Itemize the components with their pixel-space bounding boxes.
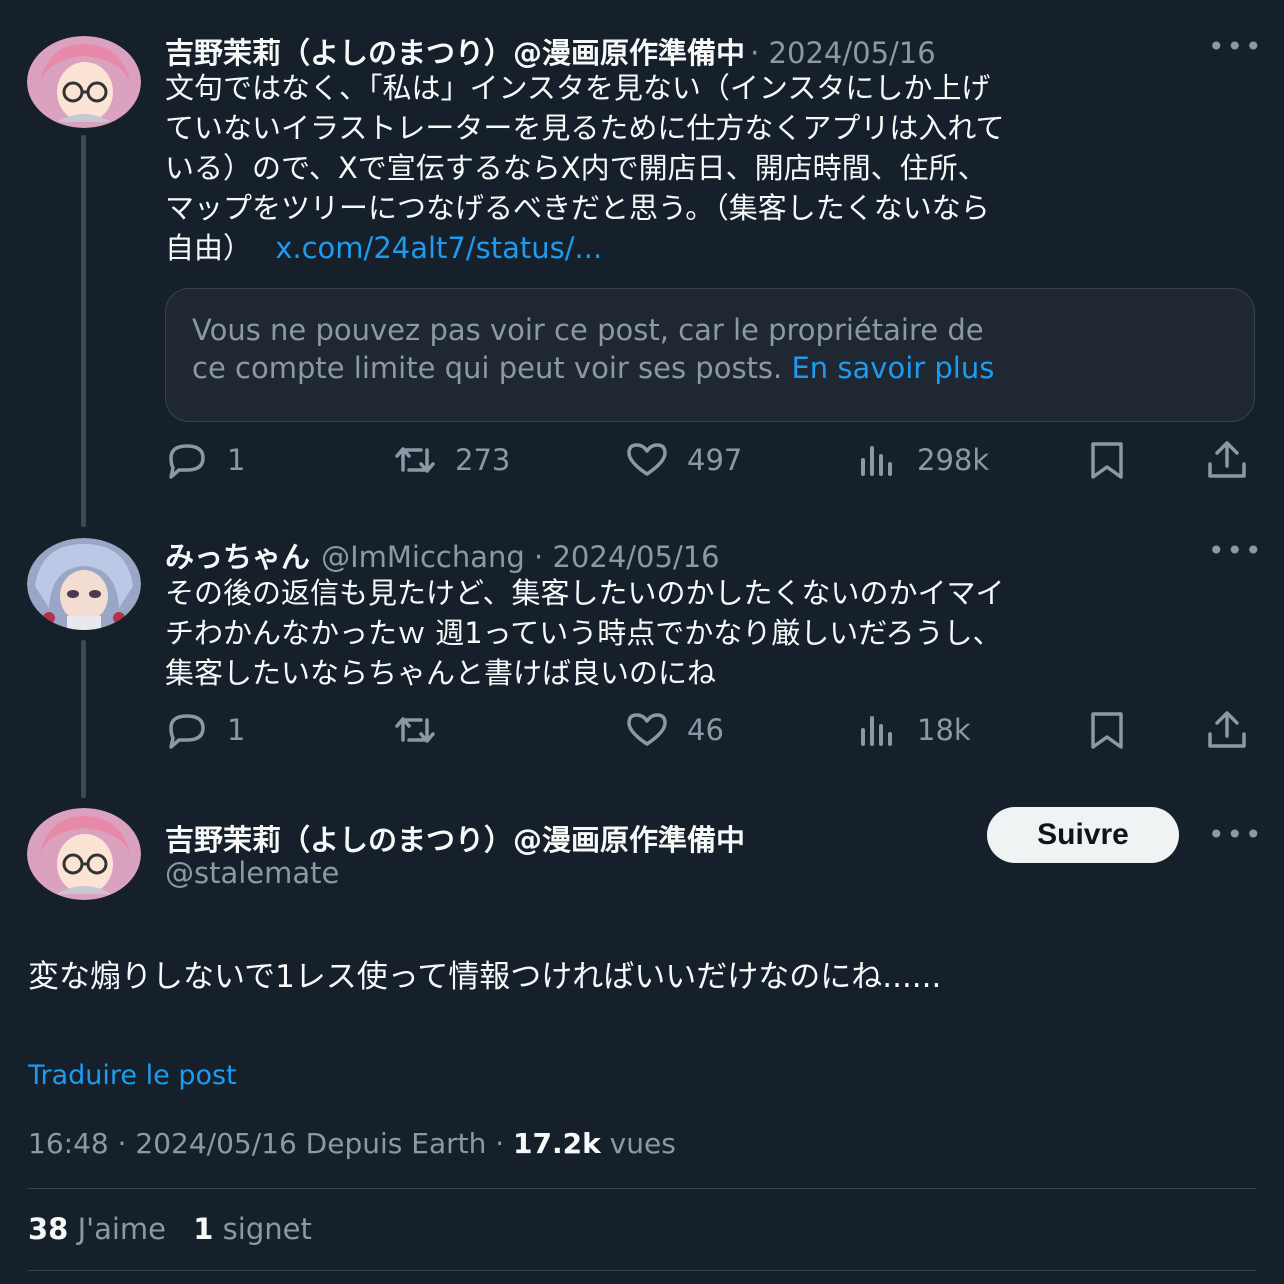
bookmark-button[interactable] (1085, 710, 1129, 750)
repost-icon (395, 717, 435, 743)
learn-more-link[interactable]: En savoir plus (791, 351, 994, 385)
views-label: vues (609, 1127, 676, 1160)
quote-notice-line: ce compte limite qui peut voir ses posts… (192, 351, 783, 385)
post-text: 文句ではなく、「私は」インスタを見ない（インスタにしか上げ ていないイラストレー… (165, 68, 1255, 268)
reply-icon (169, 714, 205, 749)
post-link[interactable]: x.com/24alt7/status/... (275, 231, 602, 265)
views-button[interactable]: 18k (855, 710, 971, 750)
repost-count: 273 (455, 443, 511, 477)
views-button[interactable]: 298k (855, 440, 989, 480)
like-icon (627, 713, 667, 746)
post-timestamp[interactable]: 16:48 · 2024/05/16 Depuis Earth · (28, 1127, 504, 1160)
avatar[interactable] (27, 538, 141, 630)
divider (28, 1188, 1256, 1189)
action-bar: 1 46 18k (165, 710, 1255, 754)
quote-notice-line: Vous ne pouvez pas voir ce post, car le … (192, 313, 984, 347)
author-handle[interactable]: @stalemate (165, 856, 339, 890)
reply-count: 1 (227, 443, 246, 477)
like-icon (627, 443, 667, 476)
views-icon (861, 446, 892, 476)
bookmarks-total: 1 (193, 1212, 214, 1246)
author-name[interactable]: みっちゃん (165, 540, 310, 574)
likes-stat[interactable]: 38 J'aime (28, 1212, 175, 1246)
share-icon (1208, 711, 1246, 748)
bookmarks-label: signet (222, 1212, 312, 1246)
post-metadata: 16:48 · 2024/05/16 Depuis Earth · 17.2k … (28, 1127, 676, 1160)
more-icon[interactable]: ••• (1208, 30, 1264, 63)
bookmark-button[interactable] (1085, 440, 1129, 480)
repost-icon (395, 447, 435, 473)
post-date[interactable]: · 2024/05/16 (750, 36, 936, 70)
reply-button[interactable]: 1 (165, 710, 245, 750)
like-count: 497 (687, 443, 743, 477)
like-count: 46 (687, 713, 724, 747)
views-count: 18k (917, 713, 971, 747)
engagement-stats: 38 J'aime 1 signet (28, 1212, 312, 1246)
views-icon (861, 716, 892, 746)
divider (28, 1270, 1256, 1271)
post-text-line: 自由） (165, 231, 253, 265)
more-icon[interactable]: ••• (1208, 818, 1264, 851)
main-post-text: 変な煽りしないで1レス使って情報つければいいだけなのにね...... (28, 959, 942, 995)
translate-link[interactable]: Traduire le post (28, 1060, 237, 1091)
post-text-line: 集客したいならちゃんと書けば良いのにね (165, 656, 717, 690)
author-name[interactable]: 吉野茉莉（よしのまつり）@漫画原作準備中 (165, 36, 745, 70)
post-text-line: 文句ではなく、「私は」インスタを見ない（インスタにしか上げ (165, 71, 991, 105)
share-button[interactable] (1205, 440, 1249, 480)
post-text-line: チわかんなかったｗ 週1っていう時点でかなり厳しいだろうし、 (165, 616, 1002, 650)
author-name[interactable]: 吉野茉莉（よしのまつり）@漫画原作準備中 (165, 817, 745, 859)
unavailable-quote-card: Vous ne pouvez pas voir ce post, car le … (165, 288, 1255, 422)
likes-label: J'aime (77, 1212, 167, 1246)
post-text-line: その後の返信も見たけど、集客したいのかしたくないのかイマイ (165, 576, 1005, 610)
share-button[interactable] (1205, 710, 1249, 750)
like-button[interactable]: 497 (625, 440, 742, 480)
more-icon[interactable]: ••• (1208, 534, 1264, 567)
reply-count: 1 (227, 713, 246, 747)
repost-button[interactable]: 273 (393, 440, 510, 480)
views-count: 298k (917, 443, 990, 477)
post-text: その後の返信も見たけど、集客したいのかしたくないのかイマイ チわかんなかったｗ … (165, 573, 1255, 693)
follow-button[interactable]: Suivre (987, 807, 1179, 863)
views-total: 17.2k (513, 1127, 601, 1160)
post-text-line: ていないイラストレーターを見るために仕方なくアプリは入れて (165, 111, 1005, 145)
reply-button[interactable]: 1 (165, 440, 245, 480)
like-button[interactable]: 46 (625, 710, 724, 750)
post-text-line: いる）ので、Xで宣伝するならX内で開店日、開店時間、住所、 (165, 151, 987, 185)
repost-button[interactable] (393, 710, 455, 750)
bookmarks-stat[interactable]: 1 signet (193, 1212, 312, 1246)
bookmark-icon (1091, 442, 1123, 479)
post-text-line: マップをツリーにつなげるべきだと思う。（集客したくないなら (165, 191, 990, 225)
bookmark-icon (1091, 712, 1123, 749)
likes-total: 38 (28, 1212, 69, 1246)
action-bar: 1 273 497 298k (165, 440, 1255, 484)
avatar[interactable] (27, 808, 141, 900)
thread-line (81, 640, 86, 798)
share-icon (1208, 441, 1246, 478)
avatar[interactable] (27, 36, 141, 128)
thread-line (81, 135, 86, 527)
reply-icon (169, 444, 205, 479)
author-handle-date[interactable]: @ImMicchang · 2024/05/16 (321, 540, 720, 574)
